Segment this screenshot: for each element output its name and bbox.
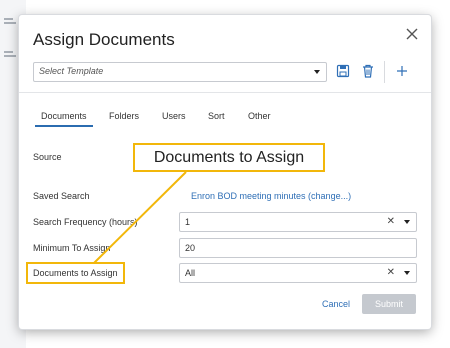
cancel-button[interactable]: Cancel (322, 299, 350, 309)
list-icon (4, 50, 18, 60)
divider (19, 92, 431, 93)
clear-icon[interactable]: ✕ (387, 216, 395, 227)
template-select[interactable]: Select Template (33, 62, 327, 82)
minimum-to-assign-value: 20 (185, 243, 196, 253)
callout-box: Documents to Assign (133, 143, 325, 172)
minimum-to-assign-input[interactable]: 20 (179, 238, 417, 258)
toolbar-divider (384, 61, 385, 83)
highlighted-documents-to-assign-label: Documents to Assign (26, 262, 125, 284)
delete-icon[interactable] (360, 63, 376, 79)
tab-other[interactable]: Other (248, 111, 271, 121)
close-icon[interactable] (405, 27, 419, 41)
tab-users[interactable]: Users (162, 111, 186, 121)
source-label: Source (33, 152, 62, 162)
list-icon (4, 17, 18, 27)
documents-to-assign-value: All (185, 268, 196, 278)
documents-to-assign-select[interactable]: All ✕ (179, 263, 417, 283)
search-frequency-label: Search Frequency (hours) (33, 217, 138, 227)
saved-search-label: Saved Search (33, 191, 90, 201)
dialog-title: Assign Documents (33, 30, 175, 49)
tab-sort[interactable]: Sort (208, 111, 225, 121)
search-frequency-value: 1 (185, 217, 191, 227)
chevron-down-icon (314, 70, 320, 74)
saved-search-link[interactable]: Enron BOD meeting minutes (change...) (191, 191, 351, 201)
search-frequency-select[interactable]: 1 ✕ (179, 212, 417, 232)
tab-folders[interactable]: Folders (109, 111, 139, 121)
clear-icon[interactable]: ✕ (387, 267, 395, 278)
minimum-to-assign-label: Minimum To Assign (33, 243, 111, 253)
submit-button[interactable]: Submit (362, 294, 416, 314)
add-icon[interactable] (394, 63, 410, 79)
tab-documents[interactable]: Documents (35, 111, 93, 127)
chevron-down-icon (404, 271, 410, 275)
chevron-down-icon (404, 220, 410, 224)
save-icon[interactable] (335, 63, 351, 79)
template-select-placeholder: Select Template (39, 66, 104, 76)
documents-to-assign-label: Documents to Assign (33, 268, 118, 278)
